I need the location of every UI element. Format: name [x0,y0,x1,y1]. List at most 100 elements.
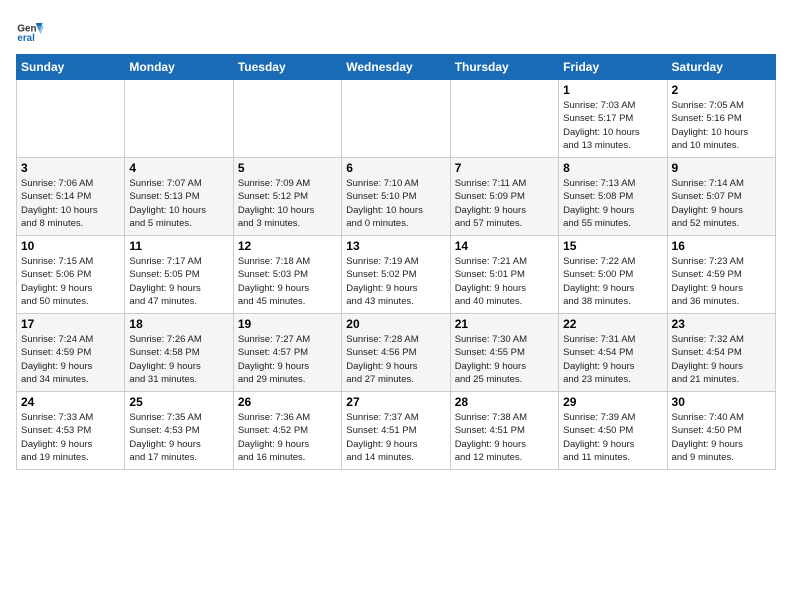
calendar-cell: 27Sunrise: 7:37 AM Sunset: 4:51 PM Dayli… [342,392,450,470]
logo-icon: Gen eral [16,16,44,44]
day-number: 23 [672,317,771,331]
day-number: 20 [346,317,445,331]
day-info: Sunrise: 7:11 AM Sunset: 5:09 PM Dayligh… [455,177,554,230]
day-info: Sunrise: 7:30 AM Sunset: 4:55 PM Dayligh… [455,333,554,386]
calendar-cell: 1Sunrise: 7:03 AM Sunset: 5:17 PM Daylig… [559,80,667,158]
day-info: Sunrise: 7:32 AM Sunset: 4:54 PM Dayligh… [672,333,771,386]
day-info: Sunrise: 7:07 AM Sunset: 5:13 PM Dayligh… [129,177,228,230]
day-info: Sunrise: 7:27 AM Sunset: 4:57 PM Dayligh… [238,333,337,386]
calendar-cell: 14 Sunrise: 7:21 AM Sunset: 5:01 PM Dayli… [450,236,558,314]
header-sunday: Sunday [17,55,125,80]
day-number: 8 [563,161,662,175]
header-monday: Monday [125,55,233,80]
calendar-cell: 10 Sunrise: 7:15 AM Sunset: 5:06 PM Dayli… [17,236,125,314]
day-info: Sunrise: 7:28 AM Sunset: 4:56 PM Dayligh… [346,333,445,386]
calendar-cell: 21 Sunrise: 7:30 AM Sunset: 4:55 PM Dayli… [450,314,558,392]
day-info: Sunrise: 7:05 AM Sunset: 5:16 PM Dayligh… [672,99,771,152]
day-number: 22 [563,317,662,331]
day-info: Sunrise: 7:19 AM Sunset: 5:02 PM Dayligh… [346,255,445,308]
calendar-cell: 8 Sunrise: 7:13 AM Sunset: 5:08 PM Daylig… [559,158,667,236]
day-info: Sunrise: 7:15 AM Sunset: 5:06 PM Dayligh… [21,255,120,308]
calendar-cell: 11 Sunrise: 7:17 AM Sunset: 5:05 PM Dayli… [125,236,233,314]
day-number: 11 [129,239,228,253]
calendar-week-2: 3 Sunrise: 7:06 AM Sunset: 5:14 PM Daylig… [17,158,776,236]
calendar-cell: 13 Sunrise: 7:19 AM Sunset: 5:02 PM Dayli… [342,236,450,314]
calendar-cell: 2 Sunrise: 7:05 AM Sunset: 5:16 PM Daylig… [667,80,775,158]
logo: Gen eral [16,16,48,44]
header-tuesday: Tuesday [233,55,341,80]
calendar-cell: 25Sunrise: 7:35 AM Sunset: 4:53 PM Dayli… [125,392,233,470]
calendar-cell: 30 Sunrise: 7:40 AM Sunset: 4:50 PM Dayli… [667,392,775,470]
day-number: 3 [21,161,120,175]
day-number: 14 [455,239,554,253]
calendar-cell [450,80,558,158]
day-number: 30 [672,395,771,409]
day-number: 17 [21,317,120,331]
page-header: Gen eral [16,16,776,44]
header-thursday: Thursday [450,55,558,80]
day-number: 5 [238,161,337,175]
day-number: 18 [129,317,228,331]
calendar-cell: 29Sunrise: 7:39 AM Sunset: 4:50 PM Dayli… [559,392,667,470]
day-info: Sunrise: 7:09 AM Sunset: 5:12 PM Dayligh… [238,177,337,230]
calendar-cell: 20 Sunrise: 7:28 AM Sunset: 4:56 PM Dayli… [342,314,450,392]
day-number: 15 [563,239,662,253]
day-info: Sunrise: 7:06 AM Sunset: 5:14 PM Dayligh… [21,177,120,230]
day-info: Sunrise: 7:17 AM Sunset: 5:05 PM Dayligh… [129,255,228,308]
calendar-week-4: 17 Sunrise: 7:24 AM Sunset: 4:59 PM Dayli… [17,314,776,392]
day-number: 7 [455,161,554,175]
day-info: Sunrise: 7:40 AM Sunset: 4:50 PM Dayligh… [672,411,771,464]
day-info: Sunrise: 7:38 AM Sunset: 4:51 PM Dayligh… [455,411,554,464]
calendar-cell: 15 Sunrise: 7:22 AM Sunset: 5:00 PM Dayli… [559,236,667,314]
calendar-table: SundayMondayTuesdayWednesdayThursdayFrid… [16,54,776,470]
day-number: 19 [238,317,337,331]
day-info: Sunrise: 7:13 AM Sunset: 5:08 PM Dayligh… [563,177,662,230]
day-number: 10 [21,239,120,253]
calendar-cell: 22 Sunrise: 7:31 AM Sunset: 4:54 PM Dayli… [559,314,667,392]
calendar-week-5: 24Sunrise: 7:33 AM Sunset: 4:53 PM Dayli… [17,392,776,470]
day-number: 24 [21,395,120,409]
header-friday: Friday [559,55,667,80]
day-info: Sunrise: 7:37 AM Sunset: 4:51 PM Dayligh… [346,411,445,464]
calendar-cell [342,80,450,158]
calendar-cell: 4 Sunrise: 7:07 AM Sunset: 5:13 PM Daylig… [125,158,233,236]
day-number: 25 [129,395,228,409]
day-info: Sunrise: 7:31 AM Sunset: 4:54 PM Dayligh… [563,333,662,386]
day-info: Sunrise: 7:36 AM Sunset: 4:52 PM Dayligh… [238,411,337,464]
calendar-cell: 18Sunrise: 7:26 AM Sunset: 4:58 PM Dayli… [125,314,233,392]
calendar-cell: 16 Sunrise: 7:23 AM Sunset: 4:59 PM Dayli… [667,236,775,314]
calendar-cell: 5 Sunrise: 7:09 AM Sunset: 5:12 PM Daylig… [233,158,341,236]
header-wednesday: Wednesday [342,55,450,80]
calendar-cell: 7 Sunrise: 7:11 AM Sunset: 5:09 PM Daylig… [450,158,558,236]
calendar-cell: 3 Sunrise: 7:06 AM Sunset: 5:14 PM Daylig… [17,158,125,236]
day-info: Sunrise: 7:14 AM Sunset: 5:07 PM Dayligh… [672,177,771,230]
day-info: Sunrise: 7:03 AM Sunset: 5:17 PM Dayligh… [563,99,662,152]
calendar-cell: 17 Sunrise: 7:24 AM Sunset: 4:59 PM Dayli… [17,314,125,392]
header-saturday: Saturday [667,55,775,80]
day-number: 6 [346,161,445,175]
day-info: Sunrise: 7:23 AM Sunset: 4:59 PM Dayligh… [672,255,771,308]
calendar-week-1: 1Sunrise: 7:03 AM Sunset: 5:17 PM Daylig… [17,80,776,158]
calendar-cell: 28 Sunrise: 7:38 AM Sunset: 4:51 PM Dayli… [450,392,558,470]
day-number: 2 [672,83,771,97]
calendar-cell: 12 Sunrise: 7:18 AM Sunset: 5:03 PM Dayli… [233,236,341,314]
day-number: 28 [455,395,554,409]
day-info: Sunrise: 7:39 AM Sunset: 4:50 PM Dayligh… [563,411,662,464]
calendar-cell [17,80,125,158]
calendar-cell: 23 Sunrise: 7:32 AM Sunset: 4:54 PM Dayli… [667,314,775,392]
calendar-cell: 24Sunrise: 7:33 AM Sunset: 4:53 PM Dayli… [17,392,125,470]
day-number: 12 [238,239,337,253]
day-number: 9 [672,161,771,175]
day-number: 13 [346,239,445,253]
calendar-week-3: 10 Sunrise: 7:15 AM Sunset: 5:06 PM Dayli… [17,236,776,314]
calendar-cell: 26Sunrise: 7:36 AM Sunset: 4:52 PM Dayli… [233,392,341,470]
day-number: 16 [672,239,771,253]
calendar-cell: 9 Sunrise: 7:14 AM Sunset: 5:07 PM Daylig… [667,158,775,236]
day-info: Sunrise: 7:21 AM Sunset: 5:01 PM Dayligh… [455,255,554,308]
day-info: Sunrise: 7:10 AM Sunset: 5:10 PM Dayligh… [346,177,445,230]
day-info: Sunrise: 7:22 AM Sunset: 5:00 PM Dayligh… [563,255,662,308]
day-info: Sunrise: 7:24 AM Sunset: 4:59 PM Dayligh… [21,333,120,386]
day-number: 21 [455,317,554,331]
day-number: 4 [129,161,228,175]
day-info: Sunrise: 7:18 AM Sunset: 5:03 PM Dayligh… [238,255,337,308]
